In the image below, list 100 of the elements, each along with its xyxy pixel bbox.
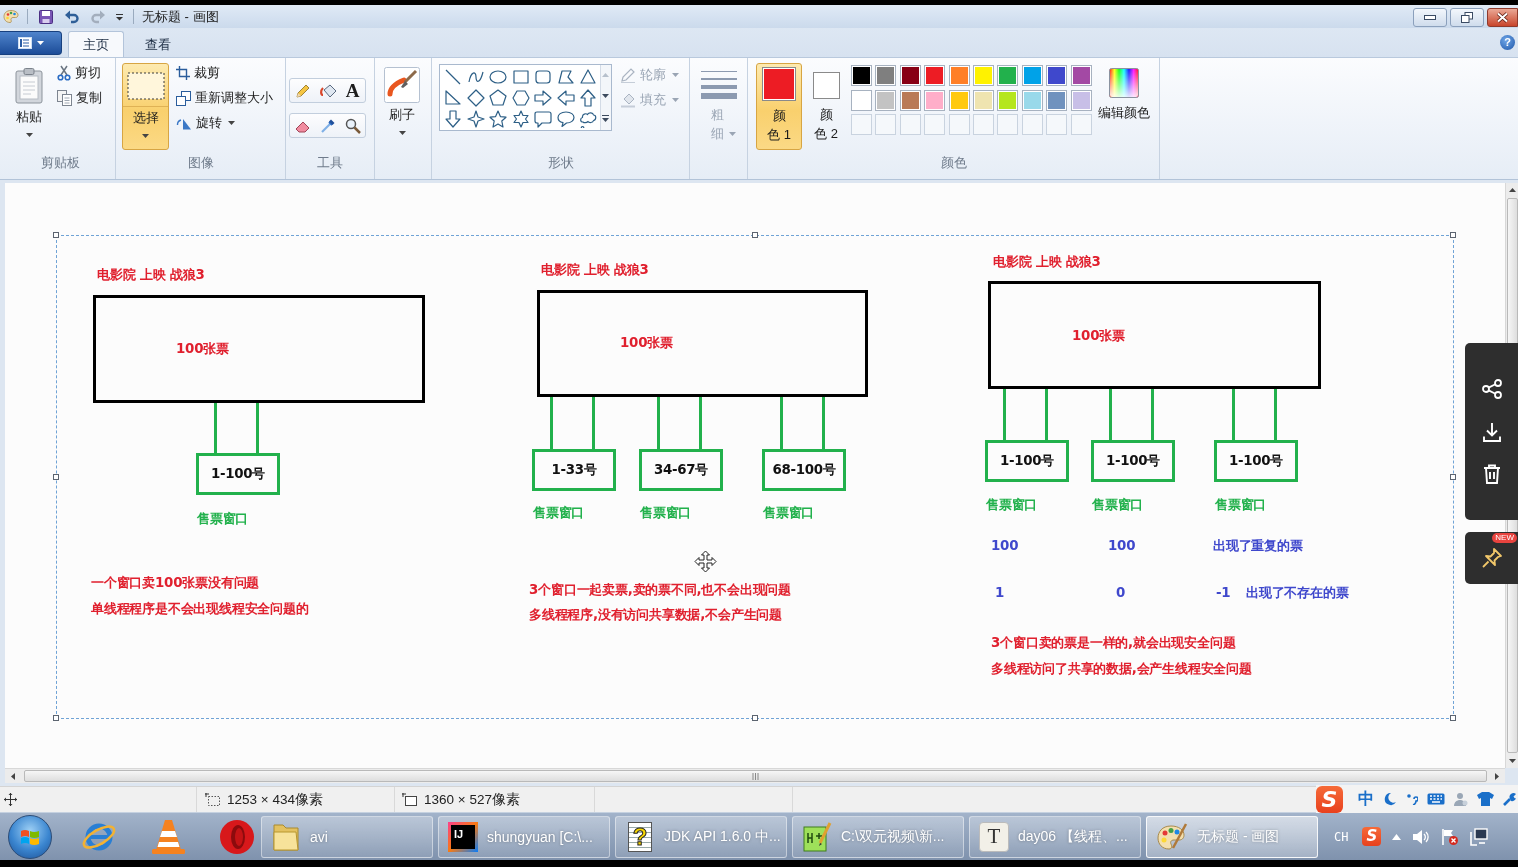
color-swatch[interactable] — [972, 89, 994, 111]
diamond-shape-icon[interactable] — [466, 88, 485, 107]
select-button[interactable]: 选择 — [122, 63, 169, 150]
rounded-rectangle-shape-icon[interactable] — [534, 67, 553, 86]
wrench-icon[interactable] — [1503, 792, 1517, 806]
color-1-button[interactable]: 颜色 1 — [756, 63, 802, 150]
save-icon[interactable] — [38, 8, 54, 25]
color-swatch[interactable] — [997, 65, 1019, 86]
resize-handle[interactable] — [53, 232, 59, 238]
close-button[interactable] — [1487, 8, 1518, 27]
scroll-right-icon[interactable] — [1495, 772, 1499, 780]
edit-colors-button[interactable]: 编辑颜色 — [1094, 63, 1153, 150]
rectangle-shape-icon[interactable] — [511, 67, 530, 86]
ribbon-tab[interactable]: 主页 — [68, 31, 124, 57]
color-swatch[interactable] — [851, 89, 872, 111]
undo-icon[interactable] — [64, 8, 80, 25]
resize-handle[interactable] — [1450, 715, 1456, 721]
color-swatch[interactable] — [1070, 65, 1092, 86]
empty-color-slot[interactable] — [1046, 114, 1068, 135]
taskbar-button[interactable]: IJ shungyuan [C:\... — [438, 815, 610, 858]
empty-color-slot[interactable] — [924, 114, 946, 135]
right-triangle-shape-icon[interactable] — [444, 88, 463, 107]
up-arrow-shape-icon[interactable] — [579, 88, 598, 107]
magnifier-icon[interactable] — [343, 116, 362, 135]
empty-color-slot[interactable] — [997, 114, 1019, 135]
taskbar-button[interactable]: T day06 【线程、... — [969, 815, 1141, 858]
color-swatch[interactable] — [1046, 65, 1068, 86]
copy-button[interactable]: 复制 — [54, 87, 105, 109]
color-swatch[interactable] — [924, 89, 946, 111]
empty-color-slot[interactable] — [875, 114, 897, 135]
punctuation-icon[interactable] — [1406, 793, 1418, 805]
color-2-button[interactable]: 颜色 2 — [806, 63, 846, 150]
color-swatch[interactable] — [899, 89, 921, 111]
resize-handle[interactable] — [1450, 474, 1456, 480]
empty-color-slot[interactable] — [899, 114, 921, 135]
color-swatch[interactable] — [924, 65, 946, 86]
triangle-shape-icon[interactable] — [579, 67, 598, 86]
color-swatch[interactable] — [1021, 89, 1043, 111]
polygon-shape-icon[interactable] — [556, 67, 575, 86]
hexagon-shape-icon[interactable] — [511, 88, 530, 107]
right-arrow-shape-icon[interactable] — [534, 88, 553, 107]
shirt-icon[interactable] — [1477, 792, 1494, 806]
brushes-button[interactable]: 刷子 — [379, 63, 425, 150]
color-swatch[interactable] — [948, 65, 970, 86]
flag-icon[interactable] — [1441, 827, 1460, 846]
scroll-down-icon[interactable] — [1508, 759, 1516, 763]
color-swatch[interactable] — [875, 89, 897, 111]
share-icon[interactable] — [1480, 377, 1503, 400]
cut-button[interactable]: 剪切 — [54, 62, 105, 84]
color-swatch[interactable] — [972, 65, 994, 86]
rotate-button[interactable]: 旋转 — [173, 112, 276, 134]
color-swatch[interactable] — [899, 65, 921, 86]
start-button[interactable] — [8, 814, 52, 859]
color-swatch[interactable] — [1046, 89, 1068, 111]
network-icon[interactable] — [1470, 827, 1489, 846]
resize-handle[interactable] — [53, 474, 59, 480]
line-shape-icon[interactable] — [444, 67, 463, 86]
paint-palette-icon[interactable] — [3, 9, 19, 24]
resize-button[interactable]: 重新调整大小 — [173, 87, 276, 109]
paste-button[interactable]: 粘贴 — [10, 63, 48, 150]
text-tool-button[interactable]: A — [343, 81, 362, 100]
restore-button[interactable] — [1450, 8, 1484, 27]
rectangle-callout-icon[interactable] — [534, 109, 553, 128]
gallery-more-icon[interactable] — [602, 114, 610, 122]
minimize-button[interactable] — [1413, 8, 1447, 27]
keyboard-icon[interactable] — [1427, 793, 1445, 805]
resize-handle[interactable] — [752, 715, 758, 721]
moon-icon[interactable] — [1383, 792, 1397, 806]
ime-mode-button[interactable]: 中 — [1358, 788, 1374, 810]
ring-icon[interactable] — [218, 817, 256, 856]
app-menu-button[interactable] — [0, 31, 62, 55]
pin-button[interactable]: NEW — [1465, 532, 1518, 584]
oval-callout-icon[interactable] — [556, 109, 575, 128]
color-swatch[interactable] — [851, 65, 872, 86]
color-swatch[interactable] — [948, 89, 970, 111]
pentagon-shape-icon[interactable] — [489, 88, 508, 107]
scroll-left-icon[interactable] — [11, 772, 15, 780]
five-point-star-icon[interactable] — [489, 109, 508, 128]
traffic-cone-icon[interactable] — [150, 817, 187, 856]
empty-color-slot[interactable] — [972, 114, 994, 135]
down-arrow-shape-icon[interactable] — [444, 109, 463, 128]
scrollbar-thumb[interactable] — [24, 770, 1487, 782]
resize-handle[interactable] — [1450, 232, 1456, 238]
color-swatch[interactable] — [1070, 89, 1092, 111]
resize-handle[interactable] — [752, 232, 758, 238]
four-point-star-icon[interactable] — [466, 109, 485, 128]
six-point-star-icon[interactable] — [511, 109, 530, 128]
color-swatch[interactable] — [875, 65, 897, 86]
ribbon-tab[interactable]: 查看 — [130, 31, 186, 57]
empty-color-slot[interactable] — [1070, 114, 1092, 135]
empty-color-slot[interactable] — [948, 114, 970, 135]
color-swatch[interactable] — [1021, 65, 1043, 86]
empty-color-slot[interactable] — [1021, 114, 1043, 135]
empty-color-slot[interactable] — [851, 114, 872, 135]
cloud-callout-icon[interactable] — [579, 109, 598, 128]
oval-shape-icon[interactable] — [489, 67, 508, 86]
crop-button[interactable]: 裁剪 — [173, 62, 276, 84]
customize-dropdown-icon[interactable] — [115, 12, 124, 21]
download-icon[interactable] — [1480, 420, 1503, 443]
chevron-up-icon[interactable] — [1392, 833, 1402, 840]
